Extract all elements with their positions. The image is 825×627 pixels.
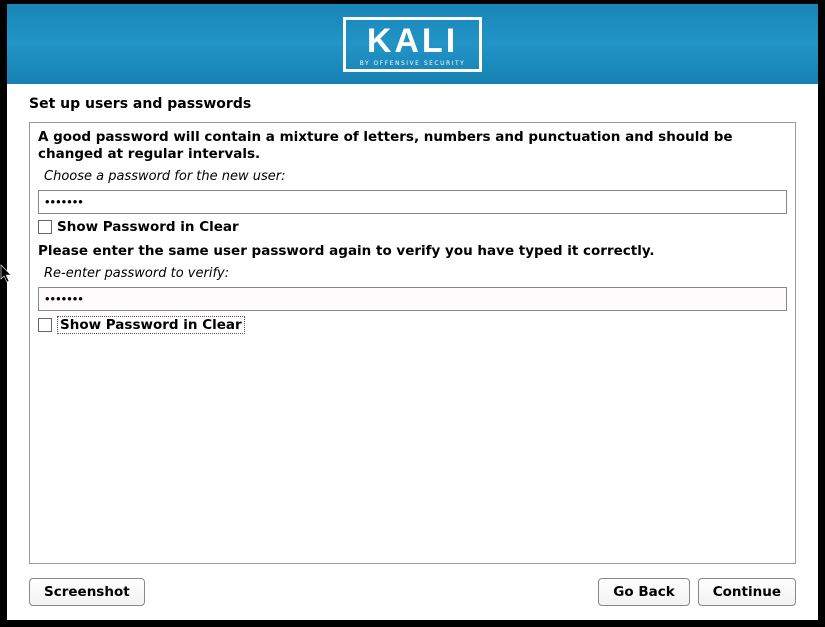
kali-logo: KALI BY OFFENSIVE SECURITY <box>343 17 483 72</box>
verify-field-label: Re-enter password to verify: <box>38 264 787 283</box>
password-input[interactable] <box>38 190 787 214</box>
show-password-label-2: Show Password in Clear <box>57 316 245 334</box>
checkbox-icon[interactable] <box>38 220 52 234</box>
verify-password-input[interactable] <box>38 287 787 311</box>
page-title: Set up users and passwords <box>7 84 818 122</box>
bottom-bar: Screenshot Go Back Continue <box>7 564 818 620</box>
logo-text: KALI <box>367 24 458 58</box>
password-field-label: Choose a password for the new user: <box>38 167 787 186</box>
logo-subtitle: BY OFFENSIVE SECURITY <box>360 60 466 67</box>
screenshot-button[interactable]: Screenshot <box>29 578 145 606</box>
show-password-row-2[interactable]: Show Password in Clear <box>38 315 787 334</box>
show-password-row-1[interactable]: Show Password in Clear <box>38 218 787 239</box>
continue-button[interactable]: Continue <box>698 578 796 606</box>
header-banner: KALI BY OFFENSIVE SECURITY <box>7 4 818 84</box>
show-password-label-1: Show Password in Clear <box>57 219 239 235</box>
password-guidance: A good password will contain a mixture o… <box>38 129 787 163</box>
go-back-button[interactable]: Go Back <box>598 578 689 606</box>
form-area: A good password will contain a mixture o… <box>29 122 796 564</box>
checkbox-icon[interactable] <box>38 318 52 332</box>
verify-guidance: Please enter the same user password agai… <box>38 243 787 260</box>
installer-window: KALI BY OFFENSIVE SECURITY Set up users … <box>7 4 818 620</box>
